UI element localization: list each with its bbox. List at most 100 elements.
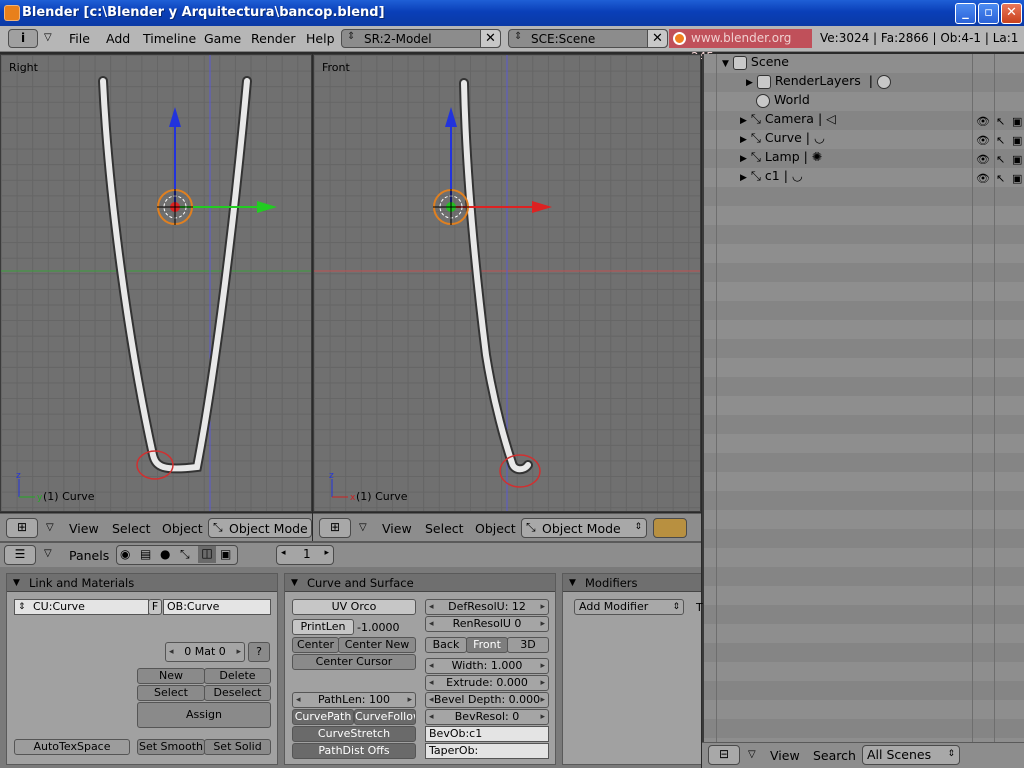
minimize-button[interactable]: _ [955, 3, 976, 24]
editing-icon[interactable]: ◫ [198, 546, 216, 563]
decrement-arrow-icon[interactable]: ◂ [281, 548, 286, 558]
info-window-type-icon[interactable]: i [8, 29, 38, 48]
shading-icon[interactable]: ● [160, 547, 170, 561]
visibility-column[interactable]: 👁 👁 👁 👁 [976, 112, 990, 188]
delete-scene-icon[interactable]: ✕ [647, 30, 667, 47]
logic-icon[interactable]: ◉ [120, 547, 130, 561]
outliner-item-world[interactable]: World [756, 92, 810, 108]
maximize-button[interactable]: ▫ [978, 3, 999, 24]
set-solid-button[interactable]: Set Solid [204, 739, 271, 755]
curvefollow-toggle[interactable]: CurveFollow [354, 709, 416, 725]
select-column[interactable]: ↖ ↖ ↖ ↖ [996, 112, 1005, 188]
blender-website-label[interactable]: www.blender.org 245 [669, 29, 812, 64]
scene-icon[interactable]: ▣ [220, 547, 231, 561]
menu-view[interactable]: View [382, 521, 412, 536]
defresolu-field[interactable]: DefResolU: 12 [425, 599, 549, 615]
expand-arrow-icon[interactable]: ▶ [740, 154, 747, 164]
pathlen-field[interactable]: PathLen: 100 [292, 692, 416, 708]
collapse-menus-icon[interactable]: ▽ [44, 32, 52, 43]
outliner-filter-select[interactable]: All Scenes ⇕ [862, 745, 960, 765]
assign-material-button[interactable]: Assign [137, 702, 271, 728]
expand-arrow-icon[interactable]: ▶ [740, 135, 747, 145]
viewport-front[interactable]: Front z x (1) Curve [313, 54, 701, 512]
mode-selector[interactable]: ⤡ Object Mode [208, 518, 312, 538]
menu-game[interactable]: Game [204, 31, 241, 46]
front-toggle[interactable]: Front [466, 637, 508, 653]
menu-object[interactable]: Object [162, 521, 203, 536]
menu-select[interactable]: Select [112, 521, 151, 536]
collapse-header-icon[interactable]: ▽ [359, 522, 367, 533]
close-button[interactable]: ✕ [1001, 3, 1022, 24]
3d-toggle[interactable]: 3D [507, 637, 549, 653]
bevel-depth-field[interactable]: Bevel Depth: 0.000 [425, 692, 549, 708]
window-type-buttons-icon[interactable]: ☰ [4, 545, 36, 565]
draw-type-selector[interactable] [653, 518, 687, 538]
pathdist-offs-toggle[interactable]: PathDist Offs [292, 743, 416, 759]
window-type-outliner-icon[interactable]: ⊟ [708, 745, 740, 765]
curve-datablock-field[interactable]: ⇕ CU:Curve [14, 599, 149, 615]
menu-object[interactable]: Object [475, 521, 516, 536]
outliner[interactable]: ▼ Scene ▶ RenderLayers | World ▶ ⤡ Camer… [702, 54, 1024, 742]
window-type-3dview-icon[interactable]: ⊞ [319, 518, 351, 538]
menu-render[interactable]: Render [251, 31, 296, 46]
menu-select[interactable]: Select [425, 521, 464, 536]
panel-title[interactable]: Modifiers [563, 574, 701, 592]
extrude-field[interactable]: Extrude: 0.000 [425, 675, 549, 691]
collapse-header-icon[interactable]: ▽ [44, 548, 52, 559]
render-column[interactable]: ▣ ▣ ▣ ▣ [1012, 112, 1022, 188]
center-button[interactable]: Center [292, 637, 339, 653]
menu-add[interactable]: Add [106, 31, 130, 46]
menu-timeline[interactable]: Timeline [143, 31, 196, 46]
outliner-item-camera[interactable]: ▶ ⤡ Camera | ◁ [740, 111, 836, 127]
add-modifier-menu[interactable]: Add Modifier ⇕ [574, 599, 684, 615]
outliner-item-lamp[interactable]: ▶ ⤡ Lamp | ✺ [740, 149, 822, 165]
new-material-button[interactable]: New [137, 668, 205, 684]
fake-user-button[interactable]: F [148, 599, 162, 615]
menu-search[interactable]: Search [813, 748, 856, 763]
window-type-3dview-icon[interactable]: ⊞ [6, 518, 38, 538]
menu-view[interactable]: View [770, 748, 800, 763]
width-field[interactable]: Width: 1.000 [425, 658, 549, 674]
outliner-item-curve[interactable]: ▶ ⤡ Curve | ◡ [740, 130, 825, 146]
object-icon[interactable]: ⤡ [180, 547, 190, 562]
select-material-button[interactable]: Select [137, 685, 205, 701]
frame-number-field[interactable]: ◂ 1 ▸ [276, 545, 334, 565]
context-tabs[interactable]: ◉ ▤ ● ⤡ ◫ ▣ [116, 545, 238, 565]
outliner-item-renderlayers[interactable]: ▶ RenderLayers | [746, 73, 891, 89]
expand-arrow-icon[interactable]: ▶ [740, 116, 747, 126]
collapse-header-icon[interactable]: ▽ [748, 749, 756, 760]
panel-title[interactable]: Link and Materials [7, 574, 277, 592]
material-help-button[interactable]: ? [248, 642, 270, 662]
viewport-right[interactable]: Right z y (1) Curve [0, 54, 312, 512]
printlen-button[interactable]: PrintLen [292, 619, 354, 635]
center-cursor-button[interactable]: Center Cursor [292, 654, 416, 670]
delete-material-button[interactable]: Delete [204, 668, 271, 684]
renresolu-field[interactable]: RenResolU 0 [425, 616, 549, 632]
expand-arrow-icon[interactable]: ▼ [722, 59, 729, 69]
window-titlebar[interactable]: Blender [c:\Blender y Arquitectura\banco… [0, 0, 1024, 26]
collapse-header-icon[interactable]: ▽ [46, 522, 54, 533]
menu-help[interactable]: Help [306, 31, 335, 46]
mode-selector[interactable]: ⤡ Object Mode ⇕ [521, 518, 647, 538]
uv-orco-toggle[interactable]: UV Orco [292, 599, 416, 615]
deselect-material-button[interactable]: Deselect [204, 685, 271, 701]
curvepath-toggle[interactable]: CurvePath [292, 709, 354, 725]
script-icon[interactable]: ▤ [140, 547, 151, 561]
panel-title[interactable]: Curve and Surface [285, 574, 555, 592]
scene-selector[interactable]: ⇕ SCE:Scene ✕ [508, 29, 668, 48]
expand-arrow-icon[interactable]: ▶ [746, 78, 753, 88]
increment-arrow-icon[interactable]: ▸ [324, 548, 329, 558]
autotexspace-toggle[interactable]: AutoTexSpace [14, 739, 130, 755]
taperob-field[interactable]: TaperOb: [425, 743, 549, 759]
material-index-field[interactable]: 0 Mat 0 [165, 642, 245, 662]
bevresol-field[interactable]: BevResol: 0 [425, 709, 549, 725]
menu-view[interactable]: View [69, 521, 99, 536]
delete-screen-icon[interactable]: ✕ [480, 30, 500, 47]
object-name-field[interactable]: OB:Curve [163, 599, 271, 615]
bevob-field[interactable]: BevOb:c1 [425, 726, 549, 742]
center-new-button[interactable]: Center New [338, 637, 416, 653]
outliner-item-scene[interactable]: ▼ Scene [722, 54, 789, 70]
set-smooth-button[interactable]: Set Smooth [137, 739, 205, 755]
back-toggle[interactable]: Back [425, 637, 467, 653]
expand-arrow-icon[interactable]: ▶ [740, 173, 747, 183]
